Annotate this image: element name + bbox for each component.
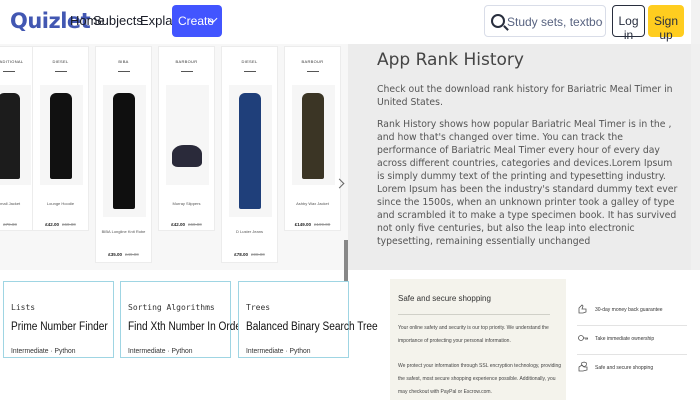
current-price: £149.00: [294, 222, 311, 227]
product-name: D Luster Jeans: [236, 229, 263, 234]
login-button[interactable]: Log in: [612, 5, 645, 42]
page-scrollbar-track[interactable]: [691, 44, 700, 270]
rank-body: Rank History shows how popular Bariatric…: [377, 119, 678, 247]
brand-underline: [181, 71, 193, 72]
product-brand: BARBOUR: [175, 59, 198, 64]
nav-subjects[interactable]: Subjects: [93, 13, 143, 28]
problem-title: Balanced Binary Search Tree: [246, 321, 378, 333]
product-price: £79.00: [0, 222, 36, 227]
product-brand: BIBA: [118, 59, 129, 64]
product-price: £42.00 £60.00: [33, 222, 88, 227]
divider: [577, 354, 687, 355]
search-placeholder: Study sets, textbooks, ...: [507, 15, 603, 29]
brand-underline: [307, 71, 319, 72]
product-name: ...mall Jacket: [0, 201, 21, 206]
product-carousel: TRADITIONAL ...mall Jacket £79.00 DIESEL Lou…: [0, 44, 348, 306]
problem-card[interactable]: Lists Prime Number Finder Intermediate ·…: [3, 281, 114, 358]
old-price: £49.00: [125, 252, 139, 257]
feature-text: Take immediate ownership: [595, 336, 655, 342]
search-icon: [491, 14, 505, 28]
product-name: Ashby Wax Jacket: [296, 201, 329, 206]
product-brand: DIESEL: [241, 59, 258, 64]
product-brand: DIESEL: [52, 59, 69, 64]
old-price: £60.00: [188, 222, 202, 227]
current-price: £42.00: [45, 222, 59, 227]
old-price: £79.00: [3, 222, 17, 227]
problem-meta: Intermediate · Python: [128, 346, 193, 355]
product-card[interactable]: BIBA BIBA Longline Knit Robe £35.00 £49.00: [95, 46, 152, 263]
rank-intro: Check out the download rank history for …: [377, 84, 673, 108]
current-price: £78.00: [234, 252, 248, 257]
brand-underline: [55, 71, 67, 72]
current-price: £42.00: [171, 222, 185, 227]
product-image[interactable]: [166, 85, 209, 185]
product-silhouette: [239, 93, 261, 209]
hand-shield-icon: [578, 361, 588, 372]
problem-meta: Intermediate · Python: [246, 346, 311, 355]
problem-category: Trees: [246, 303, 271, 312]
brand-underline: [3, 71, 15, 72]
safe-paragraph: We protect your information through SSL …: [398, 363, 562, 395]
product-name: BIBA Longline Knit Robe: [101, 229, 146, 234]
old-price: £98.00: [251, 252, 265, 257]
top-header: Quizlet Home Subjects Explanations Creat…: [0, 0, 700, 44]
product-silhouette: [113, 93, 135, 209]
hand-money-icon: [578, 304, 587, 314]
feature-text: Safe and secure shopping: [595, 365, 654, 371]
safe-paragraph: Your online safety and security is our t…: [398, 325, 549, 344]
product-image[interactable]: [229, 85, 272, 217]
app-rank-history-panel: App Rank History Check out the download …: [348, 44, 691, 270]
problem-meta: Intermediate · Python: [11, 346, 76, 355]
product-name: Lounge Hoodie: [46, 201, 75, 206]
old-price: £199.00: [314, 222, 331, 227]
product-image[interactable]: [40, 85, 83, 185]
product-price: £149.00 £199.00: [285, 222, 340, 227]
product-card[interactable]: DIESEL D Luster Jeans £78.00 £98.00: [221, 46, 278, 263]
rank-title: App Rank History: [377, 50, 524, 70]
divider: [577, 325, 687, 326]
problem-title: Find Xth Number In Order: [128, 321, 245, 333]
product-card[interactable]: BARBOUR Ashby Wax Jacket £149.00 £199.00: [284, 46, 341, 231]
product-card[interactable]: BARBOUR Murray Slippers £42.00 £60.00: [158, 46, 215, 231]
problem-title: Prime Number Finder: [11, 321, 108, 333]
safe-title: Safe and secure shopping: [398, 294, 491, 303]
signup-button[interactable]: Sign up: [648, 5, 684, 42]
problem-card[interactable]: Trees Balanced Binary Search Tree Interm…: [238, 281, 378, 358]
brand-underline: [244, 71, 256, 72]
product-price: £42.00 £60.00: [159, 222, 214, 227]
product-brand: BARBOUR: [301, 59, 324, 64]
problem-category: Sorting Algorithms: [128, 303, 215, 312]
product-image[interactable]: [292, 85, 335, 185]
product-image[interactable]: [0, 85, 31, 185]
product-image[interactable]: [103, 85, 146, 217]
brand-underline: [118, 71, 130, 72]
product-silhouette: [172, 145, 202, 167]
product-silhouette: [50, 93, 72, 179]
old-price: £60.00: [62, 222, 76, 227]
safe-shopping-box: Safe and secure shopping Your online saf…: [390, 279, 566, 400]
search-input[interactable]: Study sets, textbooks, ...: [484, 5, 606, 37]
product-price: £35.00 £49.00: [96, 252, 151, 257]
divider: [398, 314, 550, 315]
current-price: £35.00: [108, 252, 122, 257]
product-name: Murray Slippers: [172, 201, 201, 206]
product-brand: TRADITIONAL: [0, 59, 24, 64]
nav-explanations[interactable]: Explanations: [140, 13, 214, 28]
product-price: £78.00 £98.00: [222, 252, 277, 257]
product-silhouette: [302, 93, 324, 179]
problem-category: Lists: [11, 303, 36, 312]
product-card[interactable]: DIESEL Lounge Hoodie £42.00 £60.00: [32, 46, 89, 231]
create-button[interactable]: Create: [172, 5, 222, 37]
feature-text: 30-day money back guarantee: [595, 307, 663, 313]
problem-card[interactable]: Sorting Algorithms Find Xth Number In Or…: [120, 281, 244, 358]
key-icon: [578, 335, 588, 341]
scrollbar[interactable]: [691, 0, 700, 44]
product-silhouette: [0, 93, 20, 179]
